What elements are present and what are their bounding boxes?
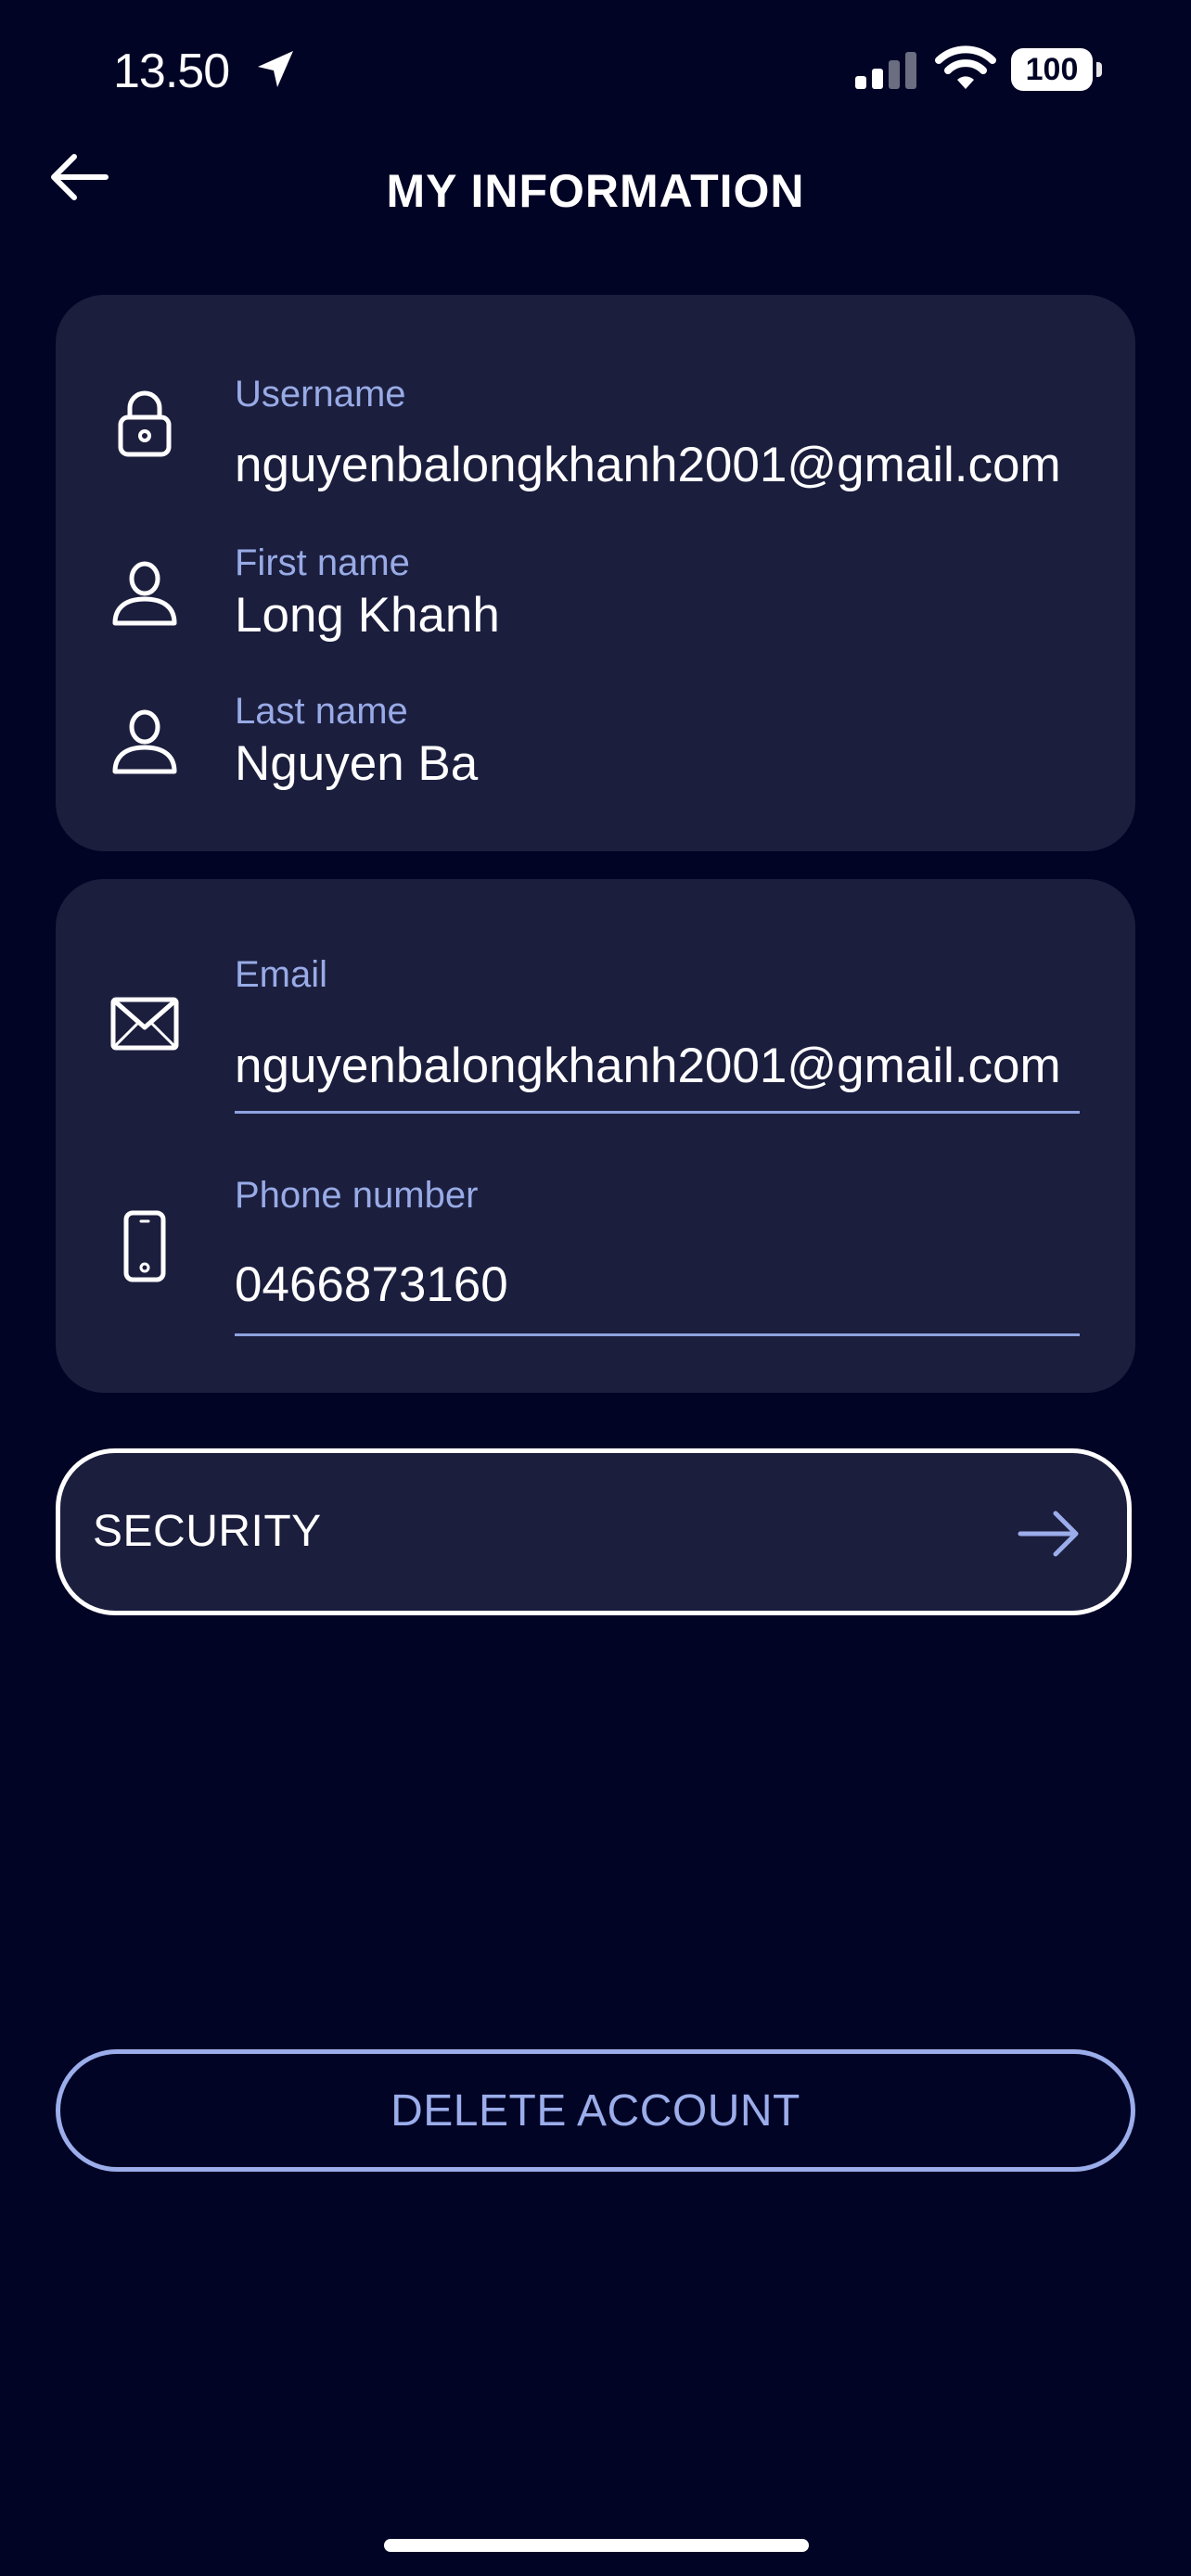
status-time: 13.50 xyxy=(113,45,230,98)
first-name-label: First name xyxy=(235,542,410,583)
location-arrow-icon xyxy=(258,51,293,87)
arrow-right-icon xyxy=(1018,1511,1079,1557)
home-indicator[interactable] xyxy=(384,2539,809,2552)
cellular-signal-icon xyxy=(855,52,916,89)
first-name-value: Long Khanh xyxy=(235,588,500,643)
username-label: Username xyxy=(235,374,406,414)
envelope-icon xyxy=(110,997,179,1051)
last-name-value: Nguyen Ba xyxy=(235,736,479,791)
profile-card xyxy=(56,295,1135,851)
username-value: nguyenbalongkhanh2001@gmail.com xyxy=(235,438,1061,492)
person-icon xyxy=(112,561,177,626)
email-field-underline xyxy=(235,1111,1080,1114)
battery-indicator: 100 xyxy=(1011,48,1104,91)
wifi-icon xyxy=(935,45,996,89)
phone-label: Phone number xyxy=(235,1175,479,1216)
email-field[interactable]: nguyenbalongkhanh2001@gmail.com xyxy=(235,1037,1061,1096)
lock-icon xyxy=(118,390,172,457)
page-title: MY INFORMATION xyxy=(386,165,805,217)
email-label: Email xyxy=(235,954,328,995)
battery-level: 100 xyxy=(1011,48,1093,91)
mobile-phone-icon xyxy=(123,1210,166,1282)
phone-field-underline xyxy=(235,1333,1080,1336)
last-name-label: Last name xyxy=(235,691,408,732)
delete-account-button[interactable]: DELETE ACCOUNT xyxy=(56,2049,1135,2172)
battery-tip xyxy=(1096,62,1102,77)
contact-card xyxy=(56,879,1135,1393)
security-button-label: SECURITY xyxy=(93,1507,322,1556)
phone-field[interactable]: 0466873160 xyxy=(235,1256,508,1315)
person-icon xyxy=(112,709,177,774)
